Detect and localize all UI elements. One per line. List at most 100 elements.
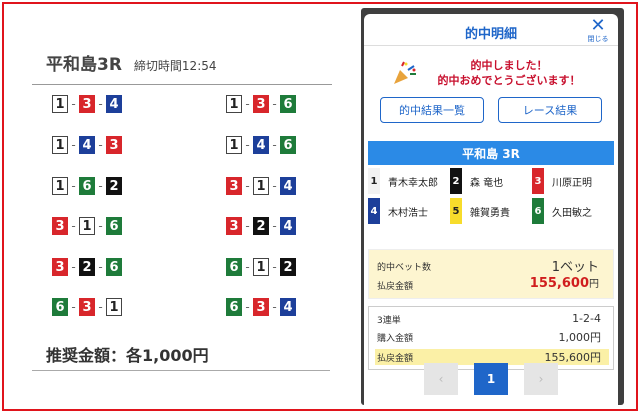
combo-separator: -: [71, 300, 76, 314]
modal-title: 的中明細: [464, 27, 517, 42]
boat-number-badge: 6: [280, 95, 296, 113]
close-label: 閉じる: [587, 35, 609, 43]
prediction-panel: 平和島3R 締切時間12:54 1-3-41-3-61-4-31-4-61-6-…: [32, 50, 332, 335]
boat-number-badge: 3: [52, 217, 68, 235]
combination-item: 3-2-4: [226, 217, 296, 235]
boat-number-badge: 6: [52, 298, 68, 316]
boat-number-badge: 1: [253, 177, 269, 195]
combo-separator: -: [98, 179, 103, 193]
boat-number-badge: 6: [106, 258, 122, 276]
race-results-button[interactable]: レース結果: [498, 97, 602, 123]
combination-item: 1-6-2: [52, 177, 122, 195]
refund-value: 155,600: [529, 276, 589, 291]
entry-item: 6 久田敏之: [532, 198, 614, 224]
boat-number-badge: 2: [280, 258, 296, 276]
combination-item: 1-3-6: [226, 95, 296, 113]
modal-header: 的中明細 ✕ 閉じる: [364, 14, 618, 46]
combination-item: 1-4-3: [52, 136, 122, 154]
boat-number-badge: 6: [226, 258, 242, 276]
combo-separator: -: [71, 179, 76, 193]
race-name: 平和島3R: [46, 55, 122, 75]
combo-separator: -: [71, 260, 76, 274]
boat-number-badge: 1: [368, 168, 380, 194]
combo-separator: -: [245, 219, 250, 233]
boat-number-badge: 1: [52, 177, 68, 195]
bet-type-label: 3連単: [377, 316, 401, 326]
combination-list: 1-3-41-3-61-4-31-4-61-6-23-1-43-1-63-2-4…: [32, 85, 332, 335]
combo-separator: -: [98, 138, 103, 152]
combo-separator: -: [272, 179, 277, 193]
combo-separator: -: [272, 219, 277, 233]
hit-results-list-button[interactable]: 的中結果一覧: [380, 97, 484, 123]
combo-separator: -: [71, 97, 76, 111]
racer-name: 川原正明: [552, 177, 592, 189]
boat-number-badge: 3: [226, 217, 242, 235]
racer-name: 久田敏之: [552, 207, 592, 219]
entry-item: 3 川原正明: [532, 168, 614, 194]
boat-number-badge: 4: [368, 198, 380, 224]
combination-item: 6-3-4: [226, 298, 296, 316]
congrats-line-2: 的中おめでとうございます！: [437, 74, 581, 87]
boat-number-badge: 4: [280, 177, 296, 195]
combo-separator: -: [245, 300, 250, 314]
combo-separator: -: [98, 260, 103, 274]
page-1-button[interactable]: 1: [474, 363, 508, 395]
boat-number-badge: 1: [226, 136, 242, 154]
combo-separator: -: [272, 260, 277, 274]
next-page-button[interactable]: ›: [524, 363, 558, 395]
combination-item: 3-2-6: [52, 258, 122, 276]
recommended-amount: 推奨金額：各1,000円: [46, 346, 209, 365]
boat-number-badge: 4: [253, 136, 269, 154]
refund-amount: 155,600円: [530, 275, 599, 291]
boat-number-badge: 4: [106, 95, 122, 113]
combination-item: 3-1-6: [52, 217, 122, 235]
combination-item: 6-1-2: [226, 258, 296, 276]
combo-separator: -: [98, 97, 103, 111]
combination-item: 3-1-4: [226, 177, 296, 195]
combo-separator: -: [98, 219, 103, 233]
congrats-message: 的中しました！ 的中おめでとうございます！: [384, 54, 604, 94]
entry-item: 2 森 竜也: [450, 168, 532, 194]
boat-number-badge: 1: [79, 217, 95, 235]
racer-name: 木村浩士: [388, 207, 428, 219]
racer-name: 青木幸太郎: [388, 177, 438, 189]
racer-name: 雑賀勇貴: [470, 207, 510, 219]
combo-separator: -: [245, 138, 250, 152]
bet-detail: 3連単 1-2-4 購入金額 1,000円 払戻金額 155,600円: [368, 306, 614, 370]
boat-number-badge: 3: [79, 95, 95, 113]
entry-item: 1 青木幸太郎: [368, 168, 450, 194]
payout-summary: 的中ベット数 1ベット 払戻金額 155,600円: [368, 249, 614, 299]
boat-number-badge: 3: [532, 168, 544, 194]
boat-number-badge: 6: [79, 177, 95, 195]
close-icon: ✕: [590, 15, 606, 36]
refund-label: 払戻金額: [377, 282, 414, 292]
congrats-line-1: 的中しました！: [470, 59, 548, 72]
close-button[interactable]: ✕ 閉じる: [586, 15, 610, 44]
boat-number-badge: 4: [79, 136, 95, 154]
pagination: ‹ 1 ›: [364, 363, 618, 397]
boat-number-badge: 3: [253, 95, 269, 113]
boat-number-badge: 1: [52, 95, 68, 113]
hit-detail-modal: 的中明細 ✕ 閉じる 的中しました！ 的中おめでとうございます！ 的中結果一覧 …: [364, 14, 618, 405]
deadline: 締切時間12:54: [133, 59, 217, 73]
racer-name: 森 竜也: [470, 177, 504, 189]
boat-number-badge: 6: [106, 217, 122, 235]
race-bar: 平和島 3R: [368, 141, 614, 165]
boat-number-badge: 3: [79, 298, 95, 316]
prev-page-button[interactable]: ‹: [424, 363, 458, 395]
hit-bets-label: 的中ベット数: [377, 263, 432, 273]
combo-separator: -: [71, 219, 76, 233]
entry-item: 4 木村浩士: [368, 198, 450, 224]
combo-separator: -: [71, 138, 76, 152]
boat-number-badge: 3: [253, 298, 269, 316]
boat-number-badge: 6: [532, 198, 544, 224]
purchase-value: 1,000円: [558, 331, 602, 344]
combo-separator: -: [272, 138, 277, 152]
boat-number-badge: 4: [280, 298, 296, 316]
boat-number-badge: 5: [450, 198, 462, 224]
congrats-text: 的中しました！ 的中おめでとうございます！: [414, 58, 604, 88]
entry-item: 5 雑賀勇貴: [450, 198, 532, 224]
combination-item: 1-3-4: [52, 95, 122, 113]
boat-number-badge: 6: [280, 136, 296, 154]
boat-number-badge: 2: [79, 258, 95, 276]
